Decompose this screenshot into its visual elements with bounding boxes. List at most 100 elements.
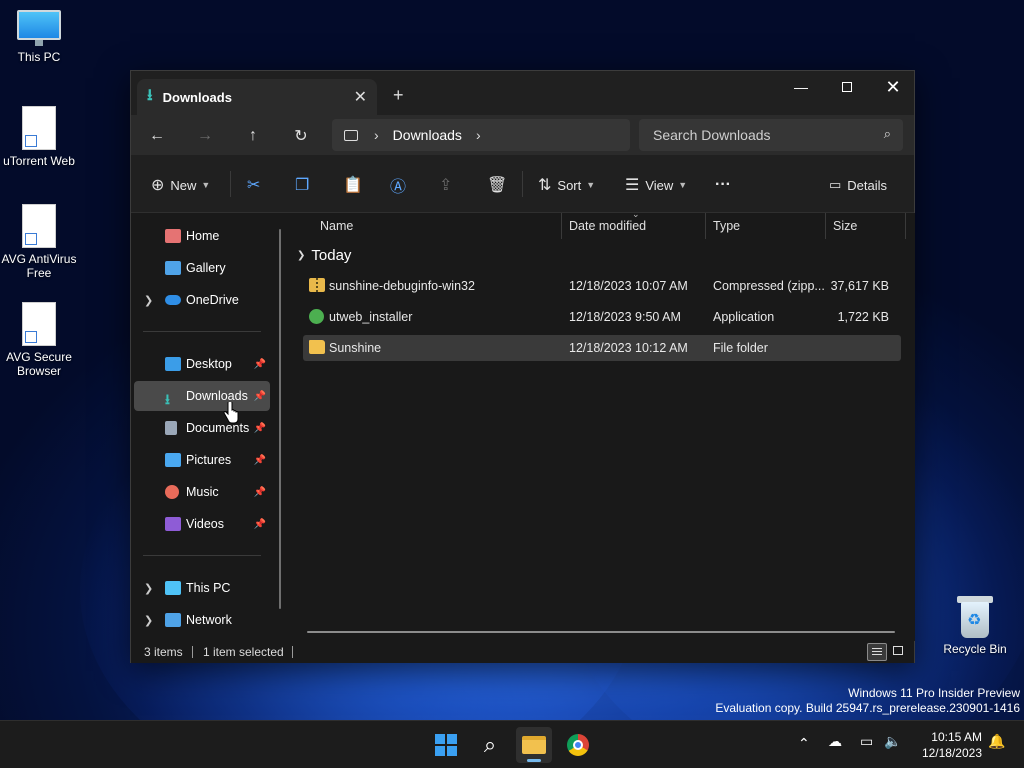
file-row[interactable]: utweb_installer 12/18/2023 9:50 AM Appli… [303,304,901,330]
share-button[interactable]: ⇪ [439,173,458,197]
pin-icon: 📌 [253,486,266,498]
clock[interactable]: 10:15 AM 12/18/2023 [900,729,982,761]
show-hidden-icons-button[interactable]: ⌃ [798,735,810,752]
breadcrumb-downloads[interactable]: Downloads [393,127,462,143]
desktop-icon-avg-antivirus[interactable]: AVG AntiVirus Free [0,204,78,280]
sidebar-divider [143,555,261,556]
gallery-icon [165,261,181,275]
download-icon: ⭳ [147,86,153,104]
sidebar-item-label: Gallery [186,261,226,275]
search-icon: ⌕ [883,126,891,141]
desktop-icon-avg-secure-browser[interactable]: AVG Secure Browser [0,302,78,378]
desktop-icon-label: AVG Secure Browser [6,350,72,378]
taskbar-file-explorer[interactable] [516,727,552,763]
refresh-button[interactable]: ↻ [289,125,313,147]
file-row[interactable]: Sunshine 12/18/2023 10:12 AM File folder [303,335,901,361]
rename-icon: Ⓐ [390,179,407,196]
file-name: sunshine-debuginfo-win32 [329,279,475,293]
title-bar[interactable]: ⭳ Downloads ✕ + — ✕ [131,71,914,115]
column-header-type[interactable]: Type [706,213,826,239]
new-label: New [170,177,197,193]
pin-icon: 📌 [253,454,266,466]
search-button[interactable]: ⌕ [472,727,508,763]
tab-downloads[interactable]: ⭳ Downloads ✕ [137,79,377,115]
notification-bell-icon[interactable]: 🔔 [988,733,1005,750]
network-status-icon[interactable]: ▭ [860,733,873,750]
view-label: View [645,177,674,193]
sidebar-item-home[interactable]: Home [134,221,270,251]
group-header-today[interactable]: ❯ Today [297,247,351,264]
paste-button[interactable]: 📋 [343,173,369,197]
details-view-button[interactable] [867,643,887,661]
evaluation-watermark: Windows 11 Pro Insider Preview Evaluatio… [715,686,1020,716]
sidebar-scrollbar[interactable] [279,229,281,609]
copy-button[interactable]: ❐ [295,173,315,197]
onedrive-offline-icon[interactable]: ☁ [828,733,842,750]
chevron-right-icon[interactable]: ❯ [144,582,153,595]
sidebar-item-label: Documents [186,421,250,435]
app-icon [309,309,324,324]
sort-button[interactable]: ⇅ Sort ▼ [538,173,595,197]
more-options-button[interactable]: ··· [715,173,731,197]
back-button[interactable]: ← [145,125,169,147]
chevron-down-icon: ❯ [297,250,306,261]
new-button[interactable]: ⊕ New ▼ [151,173,210,197]
taskbar-chrome[interactable] [560,727,596,763]
sidebar-item-documents[interactable]: Documents 📌 [134,413,270,443]
sidebar-item-network[interactable]: ❯ Network [134,605,270,635]
sidebar-item-label: Desktop [186,357,232,371]
selection-count: 1 item selected [203,645,284,659]
clipboard-icon: 📋 [343,177,363,194]
windows-logo-icon [435,734,457,756]
sidebar-item-label: Home [186,229,220,243]
sidebar-item-downloads[interactable]: ⭳ Downloads 📌 [134,381,270,411]
minimize-button[interactable]: — [778,71,824,103]
sidebar-item-gallery[interactable]: Gallery [134,253,270,283]
document-icon [165,421,177,435]
watermark-line: Windows 11 Pro Insider Preview [848,686,1020,700]
view-button[interactable]: ☰ View ▼ [625,173,687,197]
start-button[interactable] [428,727,464,763]
sort-icon: ⇅ [538,177,552,194]
desktop-icon-this-pc[interactable]: This PC [0,10,78,64]
chevron-right-icon[interactable]: ❯ [144,614,153,627]
computer-icon [165,581,181,595]
sidebar-item-music[interactable]: Music 📌 [134,477,270,507]
cloud-icon [165,295,181,305]
sidebar-item-desktop[interactable]: Desktop 📌 [134,349,270,379]
sidebar-item-label: This PC [186,581,231,595]
new-tab-button[interactable]: + [393,85,404,106]
horizontal-scrollbar[interactable] [307,631,895,633]
cut-button[interactable]: ✂ [247,173,266,197]
chevron-right-icon[interactable]: ❯ [144,294,153,307]
forward-button[interactable]: → [193,125,217,147]
close-window-button[interactable]: ✕ [870,71,916,103]
desktop-icon-recycle-bin[interactable]: ♻ Recycle Bin [936,596,1014,656]
tab-close-icon[interactable]: ✕ [354,87,367,107]
sidebar-item-pictures[interactable]: Pictures 📌 [134,445,270,475]
details-label: Details [847,177,888,193]
up-button[interactable]: ↑ [241,125,265,147]
sidebar-item-videos[interactable]: Videos 📌 [134,509,270,539]
column-header-date-modified[interactable]: Date modified [562,213,706,239]
chevron-right-icon[interactable]: › [374,127,379,143]
chevron-right-icon[interactable]: › [476,127,481,143]
column-header-name[interactable]: Name [313,213,562,239]
chevron-down-icon: ▼ [201,180,211,190]
sidebar-item-onedrive[interactable]: ❯ OneDrive [134,285,270,315]
volume-muted-icon[interactable]: 🔈 [884,733,901,750]
maximize-button[interactable] [824,71,870,103]
details-pane-button[interactable]: ▭ Details [829,173,887,197]
tiles-view-button[interactable] [889,643,909,661]
desktop-icon-utorrent-web[interactable]: uTorrent Web [0,106,78,168]
file-row[interactable]: sunshine-debuginfo-win32 12/18/2023 10:0… [303,273,901,299]
sidebar-item-this-pc[interactable]: ❯ This PC [134,573,270,603]
rename-button[interactable]: Ⓐ [390,173,412,197]
search-input[interactable]: Search Downloads ⌕ [639,119,903,151]
clock-date: 12/18/2023 [921,746,982,760]
desktop-icon-label: AVG AntiVirus Free [1,252,77,280]
delete-button[interactable]: 🗑 [487,173,513,197]
file-date: 12/18/2023 9:50 AM [569,310,681,324]
address-bar[interactable]: › Downloads › [332,119,630,151]
column-header-size[interactable]: Size [826,213,906,239]
